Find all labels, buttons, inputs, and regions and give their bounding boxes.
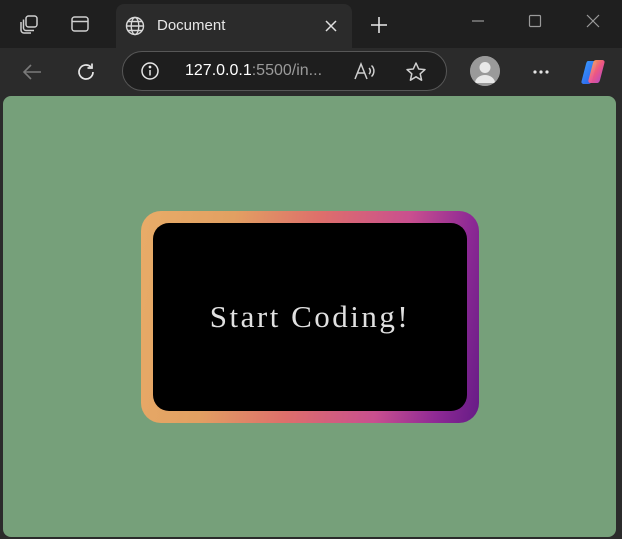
start-coding-label: Start Coding! xyxy=(209,299,411,334)
arrow-left-icon[interactable] xyxy=(16,56,48,88)
address-bar[interactable]: 127.0.0.1:5500/in... xyxy=(122,51,447,91)
page-viewport: Start Coding! xyxy=(3,96,616,537)
browser-window: Document 127.0.0.1:5500/in... Start Codi… xyxy=(0,0,622,539)
tab-actions-icon[interactable] xyxy=(65,9,95,39)
tab-document[interactable]: Document xyxy=(116,4,352,48)
minimize-icon[interactable] xyxy=(460,6,496,36)
globe-icon xyxy=(124,15,146,37)
close-icon[interactable] xyxy=(320,15,342,37)
url-path: :5500/in... xyxy=(251,62,323,79)
toolbar: 127.0.0.1:5500/in... xyxy=(0,48,622,96)
star-icon[interactable] xyxy=(403,59,429,85)
info-icon[interactable] xyxy=(139,60,161,82)
read-aloud-icon[interactable] xyxy=(351,59,377,85)
more-icon[interactable] xyxy=(525,56,557,88)
url-text[interactable]: 127.0.0.1:5500/in... xyxy=(185,61,322,81)
tab-title: Document xyxy=(157,17,226,34)
tab-strip: Document xyxy=(0,0,622,48)
profile-icon[interactable] xyxy=(470,56,500,86)
close-icon[interactable] xyxy=(575,6,611,36)
start-coding-button[interactable]: Start Coding! xyxy=(153,223,467,411)
gradient-border-frame[interactable]: Start Coding! xyxy=(141,211,479,423)
copilot-icon[interactable] xyxy=(578,56,610,88)
url-host: 127.0.0.1 xyxy=(185,62,252,79)
maximize-icon[interactable] xyxy=(517,6,553,36)
workspaces-icon[interactable] xyxy=(14,9,44,39)
plus-icon[interactable] xyxy=(364,10,394,40)
refresh-icon[interactable] xyxy=(70,56,102,88)
